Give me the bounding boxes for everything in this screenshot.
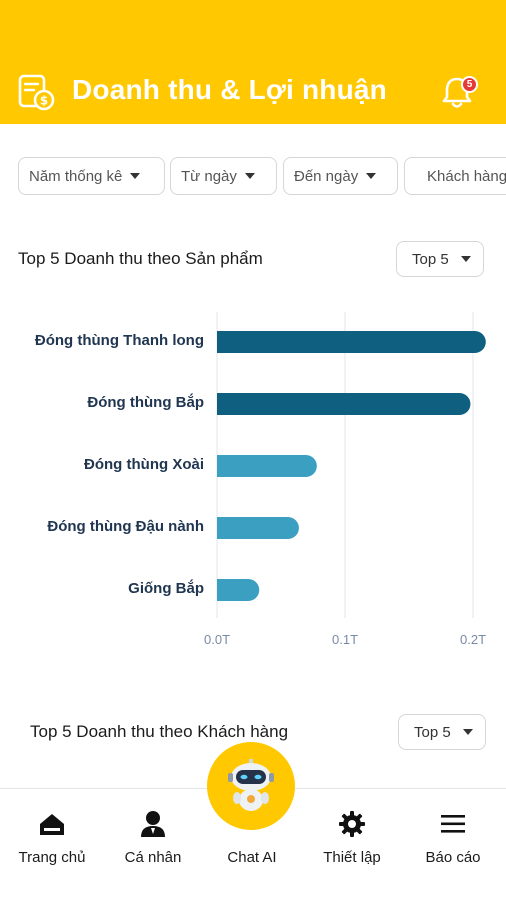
y-category-label: Đóng thùng Xoài <box>84 456 204 473</box>
menu-icon <box>438 809 468 839</box>
chart-bar-base <box>217 455 228 477</box>
products-top-select-value: Top 5 <box>412 250 449 268</box>
filter-bar: Năm thống kê Từ ngày Đến ngày Khách hàng <box>0 157 506 197</box>
chat-ai-button[interactable] <box>207 742 295 830</box>
nav-label-profile: Cá nhân <box>124 849 182 866</box>
year-filter-label: Năm thống kê <box>29 167 123 185</box>
page-title: Doanh thu & Lợi nhuận <box>72 74 387 105</box>
caret-down-icon <box>462 729 473 735</box>
chart-bar-base <box>217 579 228 601</box>
nav-label-settings: Thiết lập <box>323 849 381 866</box>
nav-item-settings[interactable]: Thiết lập <box>302 789 402 889</box>
chart-bar[interactable] <box>217 331 486 353</box>
nav-item-profile[interactable]: Cá nhân <box>103 789 203 889</box>
chart-bar-base <box>217 331 228 353</box>
x-tick-label: 0.1T <box>331 632 359 647</box>
customers-top-select[interactable]: Top 5 <box>398 714 486 750</box>
robot-icon <box>228 759 274 811</box>
y-category-label: Giống Bắp <box>128 580 204 597</box>
products-section-title: Top 5 Doanh thu theo Sản phẩm <box>18 249 263 268</box>
y-category-label: Đóng thùng Đậu nành <box>47 518 204 535</box>
nav-item-home[interactable]: Trang chủ <box>2 789 102 889</box>
to-date-dropdown[interactable]: Đến ngày <box>283 157 398 195</box>
y-category-label: Đóng thùng Thanh long <box>34 332 204 349</box>
customers-top-select-value: Top 5 <box>414 723 451 741</box>
from-date-label: Từ ngày <box>181 167 237 185</box>
revenue-report-icon: $ <box>18 74 55 111</box>
customers-section-title: Top 5 Doanh thu theo Khách hàng <box>30 722 289 741</box>
chart-canvas <box>216 312 486 618</box>
notification-badge: 5 <box>461 76 478 93</box>
y-category-label: Đóng thùng Bắp <box>87 394 204 411</box>
to-date-label: Đến ngày <box>294 167 359 185</box>
home-icon <box>37 809 67 839</box>
person-icon <box>138 809 168 839</box>
customer-filter-label: Khách hàng <box>427 167 506 185</box>
caret-down-icon <box>130 173 141 179</box>
products-revenue-chart: 0.0T 0.1T 0.2T Đóng thùng Thanh long Đóng th… <box>0 300 506 660</box>
gear-icon <box>337 809 367 839</box>
chart-bar[interactable] <box>217 517 299 539</box>
chart-bar-base <box>217 517 228 539</box>
chart-bar-base <box>217 393 228 415</box>
app-header: $ Doanh thu & Lợi nhuận 5 <box>0 0 506 124</box>
chart-bar[interactable] <box>217 393 471 415</box>
chart-bar[interactable] <box>217 455 317 477</box>
svg-text:$: $ <box>40 94 48 108</box>
caret-down-icon <box>366 173 377 179</box>
caret-down-icon <box>244 173 255 179</box>
nav-label-chat-ai: Chat AI <box>227 849 277 866</box>
year-filter-dropdown[interactable]: Năm thống kê <box>18 157 165 195</box>
x-tick-label: 0.2T <box>459 632 487 647</box>
nav-label-home: Trang chủ <box>18 849 86 866</box>
customer-filter-dropdown[interactable]: Khách hàng <box>404 157 506 195</box>
from-date-dropdown[interactable]: Từ ngày <box>170 157 277 195</box>
nav-item-reports[interactable]: Báo cáo <box>403 789 503 889</box>
caret-down-icon <box>460 256 471 262</box>
products-top-select[interactable]: Top 5 <box>396 241 484 277</box>
x-tick-label: 0.0T <box>203 632 231 647</box>
nav-label-reports: Báo cáo <box>425 849 481 866</box>
